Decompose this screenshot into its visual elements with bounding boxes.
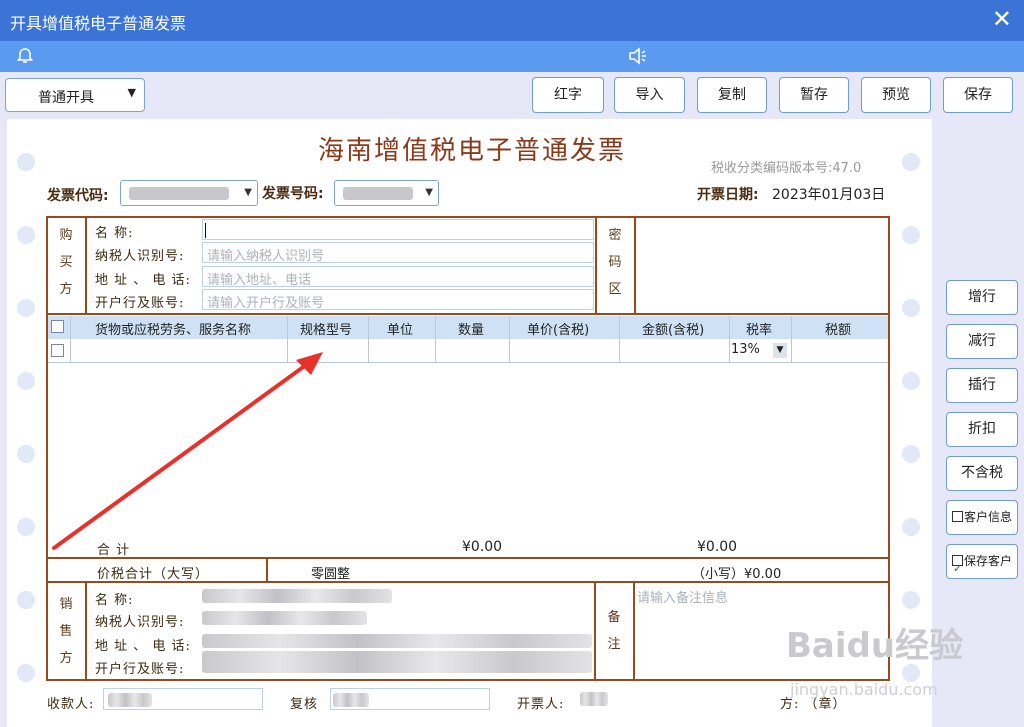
add-row-button[interactable]: 增行 bbox=[946, 280, 1018, 315]
remove-row-button[interactable]: 减行 bbox=[946, 324, 1018, 359]
customer-info-label: 客户信息 bbox=[963, 510, 1012, 524]
baidu-watermark-url: jingyan.baidu.com bbox=[790, 680, 938, 699]
baidu-watermark: Baidu经验 bbox=[786, 626, 964, 666]
exclude-tax-button[interactable]: 不含税 bbox=[946, 456, 1018, 491]
save-customer-label: 保存客户 bbox=[963, 554, 1012, 568]
insert-row-button[interactable]: 插行 bbox=[946, 368, 1018, 403]
save-customer-toggle[interactable]: 保存客户 bbox=[946, 544, 1018, 585]
customer-info-toggle[interactable]: 客户信息 bbox=[946, 500, 1018, 535]
save-customer-checkbox[interactable] bbox=[951, 552, 963, 585]
discount-button[interactable]: 折扣 bbox=[946, 412, 1018, 447]
customer-info-checkbox[interactable] bbox=[951, 511, 963, 522]
